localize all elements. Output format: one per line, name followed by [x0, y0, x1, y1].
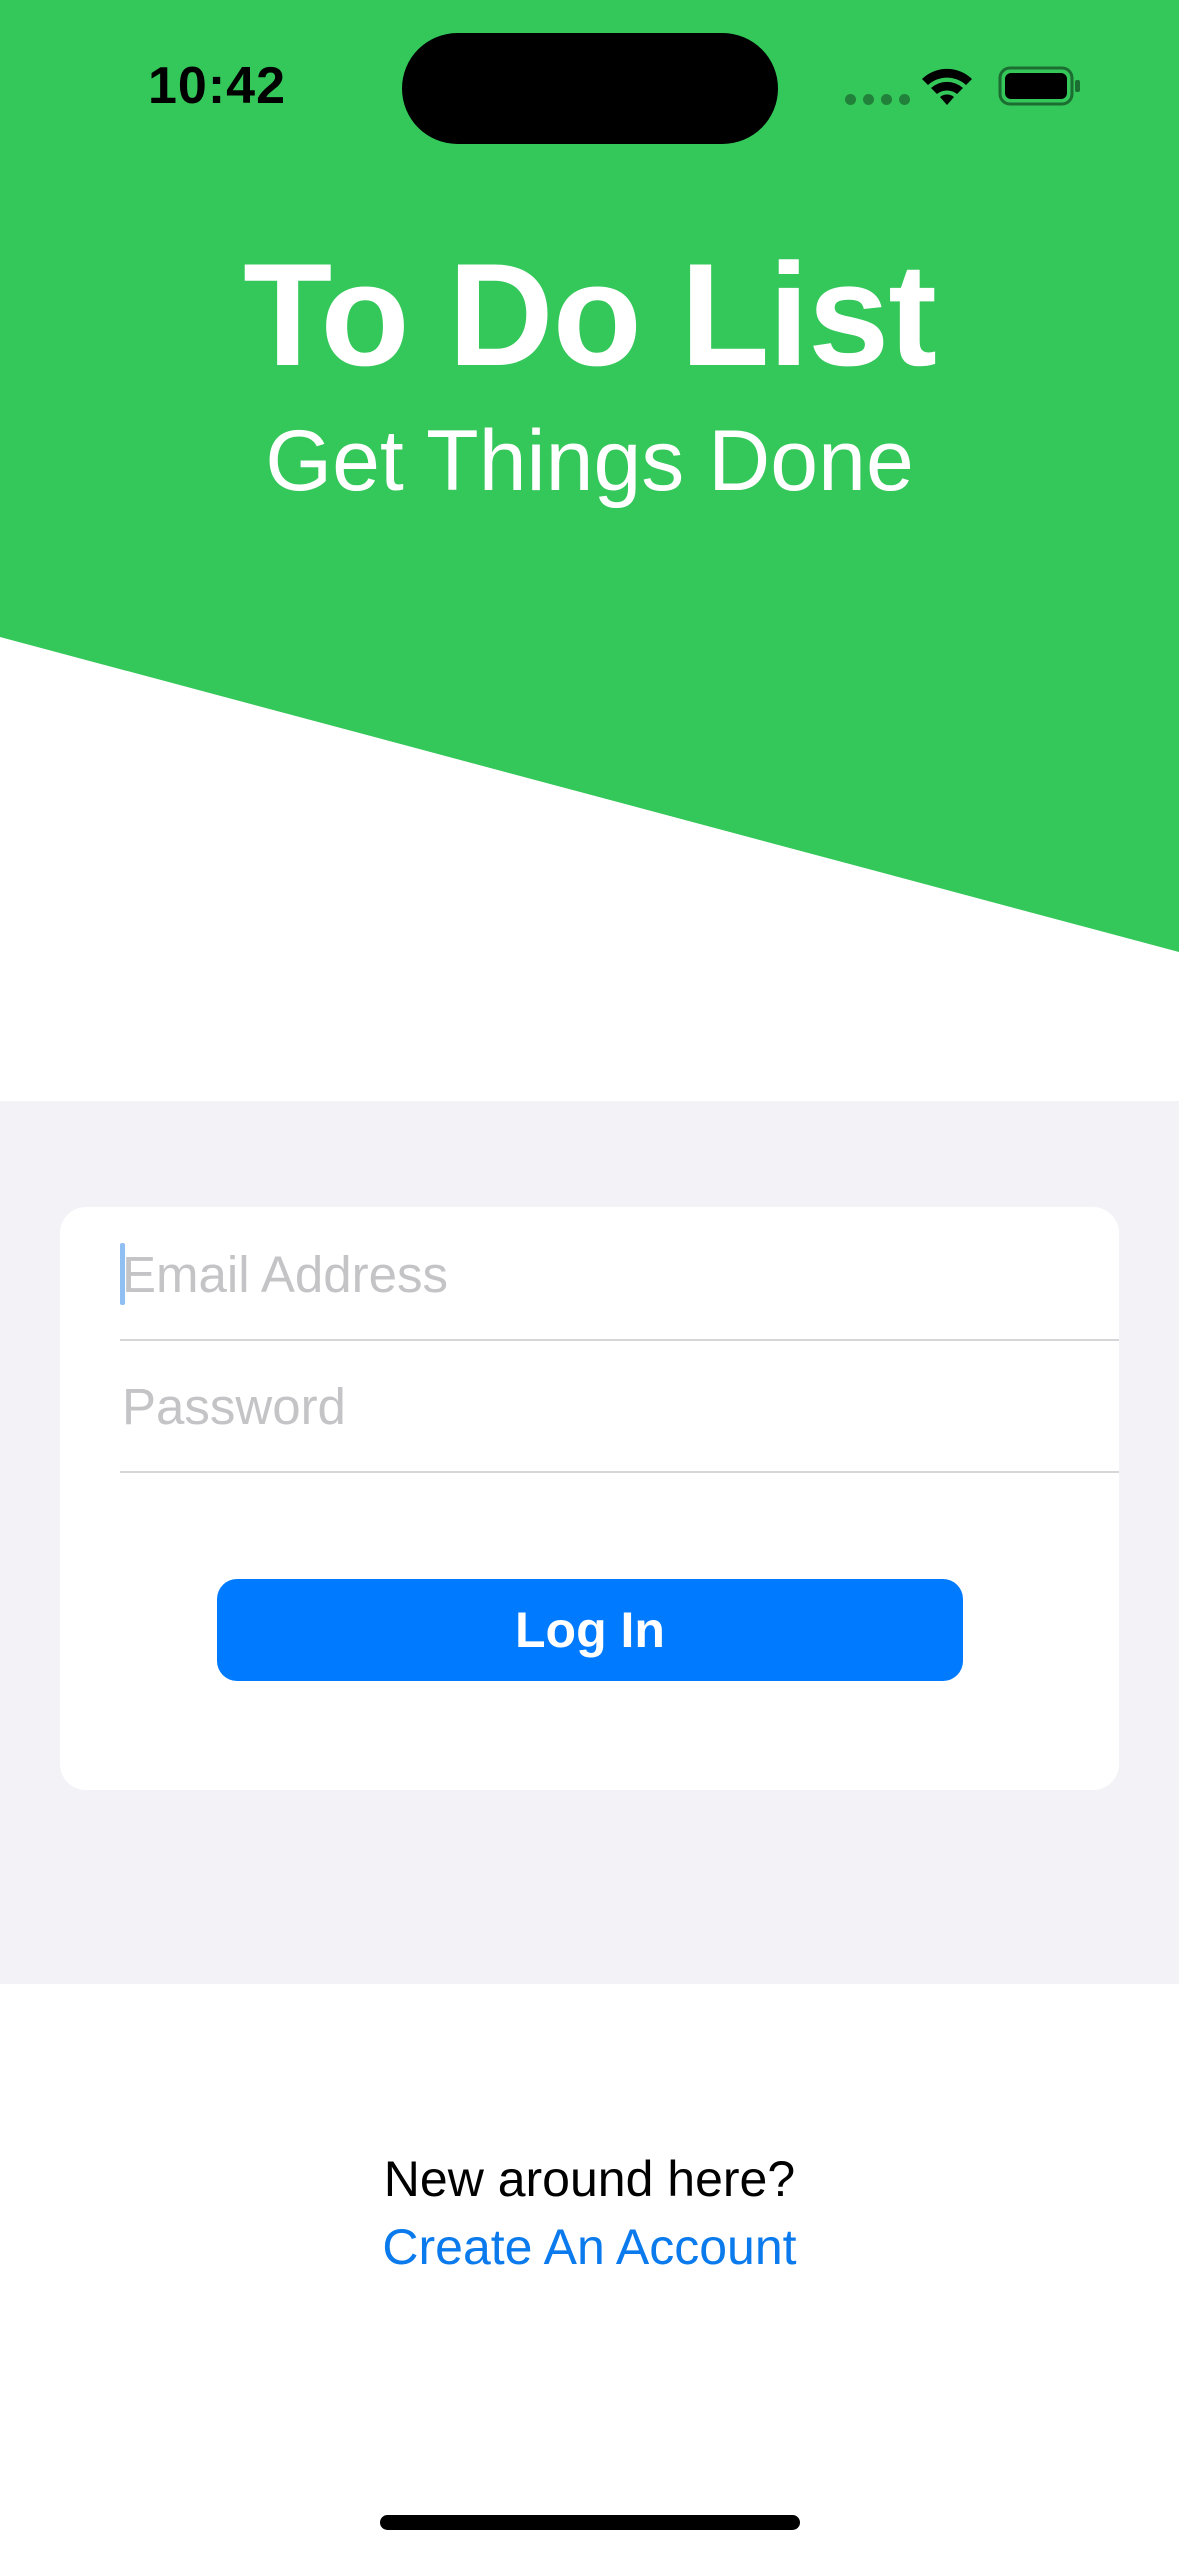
password-input[interactable] — [120, 1341, 1119, 1471]
new-user-prompt: New around here? — [383, 2151, 796, 2207]
status-time: 10:42 — [148, 57, 286, 115]
dynamic-island — [402, 33, 778, 144]
create-account-link[interactable]: Create An Account — [0, 2220, 1179, 2275]
app-title: To Do List — [243, 233, 937, 396]
cellular-icon — [845, 94, 910, 105]
login-form-section: Log In — [0, 1101, 1179, 1984]
login-button[interactable]: Log In — [217, 1579, 963, 1681]
home-indicator[interactable] — [380, 2515, 800, 2530]
email-field — [120, 1209, 1119, 1341]
login-form-card: Log In — [60, 1207, 1119, 1790]
app-subtitle: Get Things Done — [265, 413, 914, 509]
email-input[interactable] — [120, 1209, 1119, 1339]
wifi-icon — [922, 68, 972, 105]
battery-icon — [998, 66, 1080, 106]
text-cursor — [120, 1243, 125, 1305]
login-screen: 10:42 To Do List Get Things Done Log In … — [0, 0, 1179, 2556]
password-field — [120, 1341, 1119, 1473]
